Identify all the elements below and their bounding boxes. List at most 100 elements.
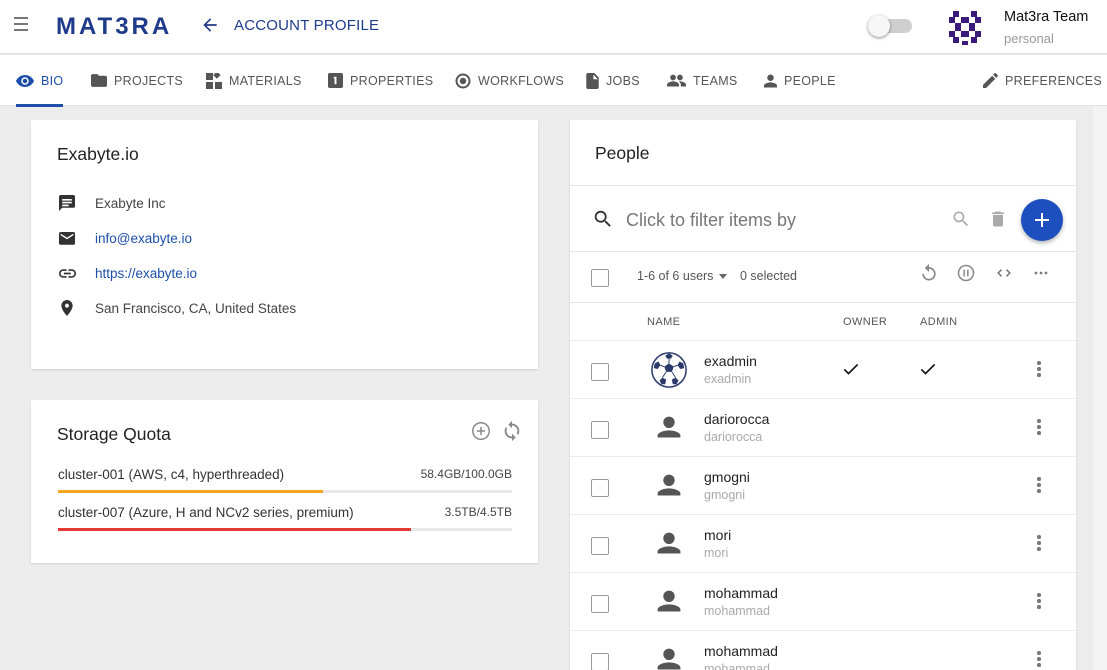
delete-icon[interactable] (988, 208, 1008, 230)
sync-icon[interactable] (501, 420, 523, 442)
divider (570, 185, 1076, 186)
tab-properties[interactable]: PROPERTIES (328, 55, 433, 106)
quota-progress-fill (58, 528, 412, 531)
person-avatar-icon (657, 648, 681, 670)
divider (570, 251, 1076, 252)
user-login: mohammad (704, 662, 770, 670)
table-row[interactable]: dariorocca dariorocca (570, 398, 1076, 456)
checkmark-icon (843, 363, 859, 375)
tab-bio[interactable]: BIO (16, 55, 64, 107)
mat3ra-logo[interactable]: MAT3RA (56, 13, 172, 41)
add-circle-icon[interactable] (470, 420, 492, 442)
profile-tabs: BIO PROJECTS MATERIALS PROPERTIES WORKFL… (0, 55, 1107, 107)
column-header-owner[interactable]: OWNER (843, 316, 887, 328)
quota-progress-fill (58, 490, 324, 493)
message-icon (57, 193, 77, 213)
account-name[interactable]: Mat3ra Team (1004, 9, 1088, 25)
email-icon (57, 228, 77, 248)
search-icon[interactable] (951, 209, 971, 229)
quota-progress-track (58, 528, 512, 531)
more-vertical-icon[interactable] (1034, 535, 1044, 553)
user-name: exadmin (704, 353, 757, 369)
cluster-usage: 58.4GB/100.0GB (420, 467, 512, 481)
email-link[interactable]: info@exabyte.io (95, 231, 192, 246)
more-horizontal-icon[interactable] (1031, 263, 1051, 283)
row-checkbox[interactable] (591, 653, 609, 670)
column-header-admin[interactable]: ADMIN (920, 316, 957, 328)
more-vertical-icon[interactable] (1034, 593, 1044, 611)
more-vertical-icon[interactable] (1034, 361, 1044, 379)
table-row[interactable]: mori mori (570, 514, 1076, 572)
location-pin-icon (57, 298, 77, 318)
code-icon[interactable] (994, 263, 1014, 283)
more-vertical-icon[interactable] (1034, 477, 1044, 495)
cluster-name: cluster-007 (Azure, H and NCv2 series, p… (58, 505, 354, 520)
cluster-name: cluster-001 (AWS, c4, hyperthreaded) (58, 467, 285, 482)
user-login: exadmin (704, 372, 752, 386)
column-header-name[interactable]: NAME (647, 316, 680, 328)
table-row[interactable]: mohammad mohammad (570, 630, 1076, 670)
tab-label: PROJECTS (114, 73, 184, 88)
page-title: ACCOUNT PROFILE (234, 17, 380, 34)
person-avatar-icon (657, 474, 681, 496)
email-row: info@exabyte.io (57, 228, 192, 248)
user-name: mohammad (704, 643, 778, 659)
folder-icon (91, 74, 107, 87)
account-type: personal (1004, 31, 1054, 46)
person-avatar-icon (657, 590, 681, 612)
tab-materials[interactable]: MATERIALS (206, 55, 302, 106)
add-user-button[interactable] (1021, 199, 1063, 241)
tab-label: PROPERTIES (350, 73, 434, 88)
soccer-ball-avatar (651, 352, 687, 388)
arrow-left-icon[interactable] (200, 15, 220, 35)
tab-label: PREFERENCES (1005, 73, 1103, 88)
radio-circle-icon (455, 73, 471, 88)
top-app-bar: MAT3RA ACCOUNT PROFILE Mat3ra Team perso… (0, 0, 1107, 54)
theme-toggle[interactable] (868, 15, 914, 37)
tab-people[interactable]: PEOPLE (764, 55, 836, 106)
location-text: San Francisco, CA, United States (95, 300, 297, 316)
selected-count: 0 selected (740, 269, 797, 283)
more-vertical-icon[interactable] (1034, 419, 1044, 437)
user-login: dariorocca (704, 430, 763, 444)
website-link[interactable]: https://exabyte.io (95, 266, 197, 281)
file-icon (586, 72, 599, 89)
page-scrollbar[interactable] (1093, 106, 1107, 670)
link-icon (57, 263, 77, 283)
tab-label: JOBS (606, 73, 640, 88)
storage-quota-title: Storage Quota (57, 424, 171, 444)
company-name: Exabyte Inc (95, 195, 166, 211)
table-row[interactable]: mohammad mohammad (570, 572, 1076, 630)
user-name: dariorocca (704, 411, 770, 427)
tab-jobs[interactable]: JOBS (586, 55, 640, 106)
team-avatar[interactable] (945, 7, 985, 47)
row-checkbox[interactable] (591, 363, 609, 381)
search-icon (594, 210, 611, 227)
pagination-dropdown[interactable]: 1-6 of 6 users (637, 269, 728, 283)
quota-progress-track (58, 490, 512, 493)
row-checkbox[interactable] (591, 479, 609, 497)
table-row[interactable]: exadmin exadmin (570, 340, 1076, 398)
tab-workflows[interactable]: WORKFLOWS (455, 55, 564, 106)
tab-teams[interactable]: TEAMS (667, 55, 738, 106)
pencil-icon (983, 73, 998, 88)
select-all-checkbox[interactable] (591, 269, 609, 287)
table-row[interactable]: gmogni gmogni (570, 456, 1076, 514)
menu-icon[interactable] (14, 17, 28, 31)
filter-input[interactable] (626, 206, 800, 234)
tab-label: TEAMS (693, 73, 738, 88)
user-name: mori (704, 527, 732, 543)
tab-projects[interactable]: PROJECTS (91, 55, 183, 106)
people-card: People 1-6 of 6 users 0 selected NAME OW… (570, 120, 1076, 670)
count-label: 1-6 of 6 users (637, 269, 714, 283)
row-checkbox[interactable] (591, 421, 609, 439)
caret-down-icon (719, 273, 728, 279)
tab-preferences[interactable]: PREFERENCES (983, 55, 1102, 106)
pause-circle-icon[interactable] (956, 263, 976, 283)
undo-icon[interactable] (919, 263, 939, 283)
checkmark-icon (920, 363, 936, 375)
row-checkbox[interactable] (591, 595, 609, 613)
user-name: mohammad (704, 585, 778, 601)
more-vertical-icon[interactable] (1034, 651, 1044, 669)
row-checkbox[interactable] (591, 537, 609, 555)
